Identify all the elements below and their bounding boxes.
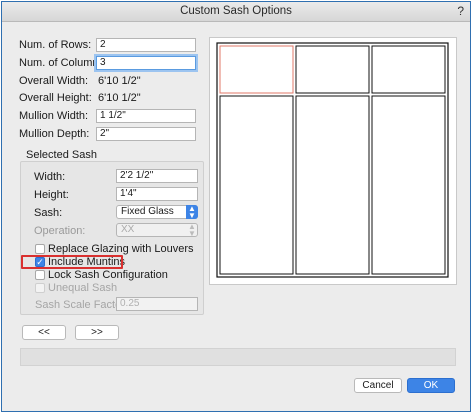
columns-label: Num. of Columns:	[19, 57, 108, 69]
rows-label: Num. of Rows:	[19, 39, 92, 51]
sash-pane[interactable]	[371, 45, 446, 94]
mullion-width-label: Mullion Width:	[19, 110, 89, 122]
lock-sash-checkbox[interactable]	[35, 270, 45, 280]
sash-pane-selected[interactable]	[219, 45, 294, 94]
mullion-width-input[interactable]: 1 1/2"	[96, 109, 196, 123]
sash-type-label: Sash:	[34, 207, 63, 219]
replace-glazing-checkbox[interactable]	[35, 244, 45, 254]
sash-height-input[interactable]: 1'4"	[116, 187, 198, 201]
sash-type-select[interactable]: Fixed Glass ▲ ▼	[116, 205, 198, 220]
previous-sash-button[interactable]: <<	[22, 325, 66, 340]
mullion-depth-label: Mullion Depth:	[19, 128, 90, 140]
sash-preview-drawing	[216, 42, 449, 278]
custom-sash-options-dialog: Custom Sash Options ? Num. of Rows: 2 Nu…	[1, 1, 471, 412]
operation-value: XX	[121, 224, 135, 235]
operation-select: XX ▲ ▼	[116, 222, 198, 238]
rows-input[interactable]: 2	[96, 38, 196, 52]
sash-height-label: Height:	[34, 189, 69, 201]
help-icon[interactable]: ?	[457, 2, 464, 21]
unequal-sash-checkbox	[35, 283, 45, 293]
dialog-title: Custom Sash Options	[180, 5, 292, 17]
overall-height-label: Overall Height:	[19, 92, 92, 104]
highlight-box	[21, 255, 123, 269]
overall-width-label: Overall Width:	[19, 75, 89, 87]
sash-pane[interactable]	[295, 95, 370, 275]
sash-pane[interactable]	[371, 95, 446, 275]
ok-button[interactable]: OK	[407, 378, 455, 393]
overall-width-value: 6'10 1/2"	[98, 75, 141, 87]
sash-width-input[interactable]: 2'2 1/2"	[116, 169, 198, 183]
replace-glazing-label: Replace Glazing with Louvers	[48, 243, 194, 255]
updown-arrows-icon: ▲ ▼	[188, 222, 196, 238]
scale-factor-input: 0.25	[116, 297, 198, 311]
operation-label: Operation:	[34, 225, 86, 237]
title-bar: Custom Sash Options ?	[2, 2, 470, 22]
selected-sash-heading: Selected Sash	[26, 149, 97, 161]
sash-frame	[216, 42, 449, 278]
updown-arrows-icon: ▲ ▼	[186, 205, 198, 220]
sash-width-label: Width:	[34, 171, 66, 183]
sash-pane[interactable]	[219, 95, 294, 275]
sash-preview[interactable]	[209, 37, 457, 285]
mullion-depth-input[interactable]: 2"	[96, 127, 196, 141]
lock-sash-label: Lock Sash Configuration	[48, 269, 168, 281]
sash-type-value: Fixed Glass	[121, 206, 174, 217]
cancel-button[interactable]: Cancel	[354, 378, 402, 393]
sash-grid	[216, 42, 449, 278]
sash-pane[interactable]	[295, 45, 370, 94]
unequal-sash-label: Unequal Sash	[48, 282, 118, 294]
columns-input[interactable]: 3	[96, 56, 196, 70]
status-bar	[20, 348, 456, 366]
scale-factor-label: Sash Scale Factor:	[35, 299, 128, 311]
next-sash-button[interactable]: >>	[75, 325, 119, 340]
overall-height-value: 6'10 1/2"	[98, 92, 141, 104]
